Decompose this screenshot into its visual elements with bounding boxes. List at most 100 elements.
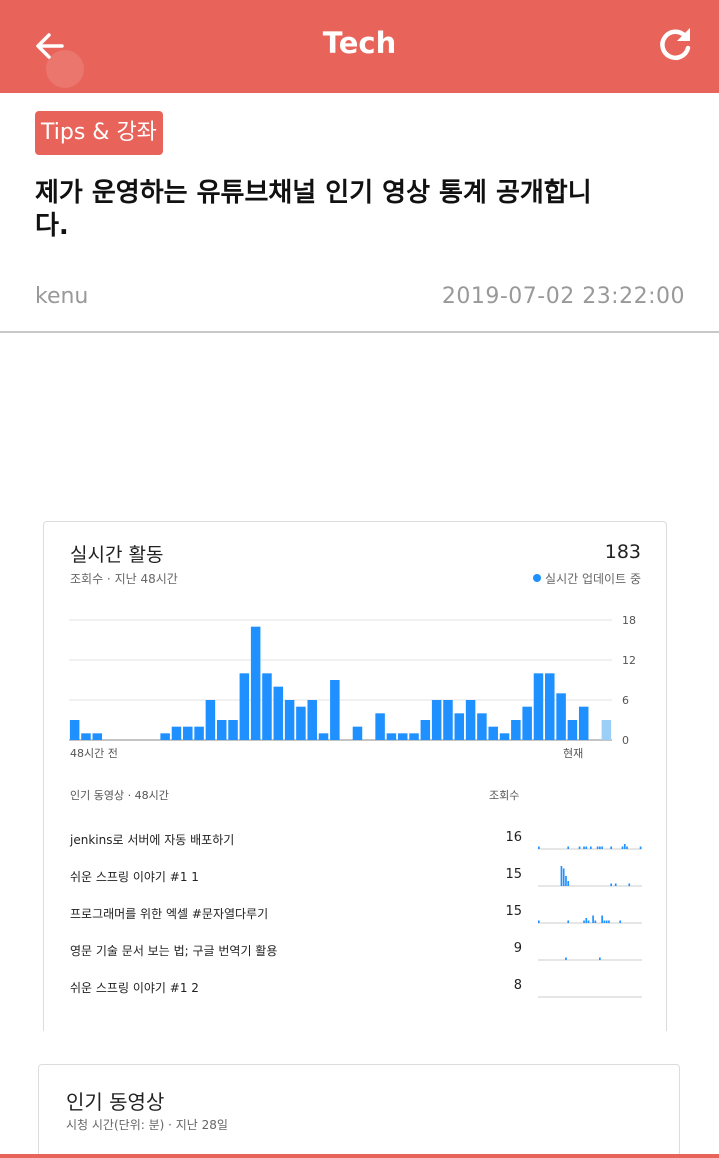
chart-bar xyxy=(330,680,340,740)
sparkline-bar xyxy=(567,846,570,849)
sparkline-bar xyxy=(565,957,567,960)
sparkline-bar xyxy=(599,846,601,849)
category-badge[interactable]: Tips & 강좌 xyxy=(35,111,163,155)
chart-bar xyxy=(160,733,170,740)
chart-bar xyxy=(454,713,465,740)
realtime-bar-chart: 0 6 12 18 xyxy=(69,614,636,747)
chart-bar xyxy=(397,733,408,740)
chart-bar xyxy=(171,726,182,740)
sparkline-bar xyxy=(603,920,606,923)
chart-bar xyxy=(386,733,397,740)
chart-bar xyxy=(69,720,80,740)
video-views: 15 xyxy=(505,867,522,882)
bottom-accent-bar xyxy=(0,1154,719,1158)
chart-bar xyxy=(352,726,363,740)
sparkline-bar xyxy=(626,846,628,849)
sparkline-bar xyxy=(567,881,570,886)
live-dot-icon xyxy=(533,574,542,582)
chart-bar xyxy=(92,733,103,740)
realtime-activity-card: 실시간 활동 183 조회수 · 지난 48시간 실시간 업데이트 중 0 6 12… xyxy=(43,521,667,1031)
sparkline-bar xyxy=(583,846,585,849)
card-subtitle: 조회수 · 지난 48시간 xyxy=(70,572,178,586)
chart-bar xyxy=(443,700,453,740)
video-title[interactable]: 쉬운 스프링 이야기 #1 1 xyxy=(70,868,199,885)
chart-bar xyxy=(511,720,521,740)
chart-bar xyxy=(477,713,487,740)
chart-bar xyxy=(228,720,238,740)
sparkline-bar xyxy=(567,920,570,923)
sparkline-bar xyxy=(614,883,617,886)
sparkline-bar xyxy=(601,846,603,849)
app-title: Tech xyxy=(322,26,397,60)
video-title[interactable]: 쉬운 스프링 이야기 #1 2 xyxy=(70,979,199,996)
chart-bar xyxy=(431,700,442,740)
sparkline-bar xyxy=(560,866,563,886)
video-title[interactable]: 프로그래머를 위한 엑셀 #문자열다루기 xyxy=(70,905,268,922)
y-tick-label: 0 xyxy=(622,734,629,747)
sparkline-bar xyxy=(601,915,603,923)
card-title: 실시간 활동 xyxy=(70,544,164,566)
chart-bar xyxy=(262,673,272,740)
sparkline-bar xyxy=(585,846,588,849)
list-item[interactable]: 쉬운 스프링 이야기 #1 1 15 xyxy=(44,861,666,899)
sparkline-bar xyxy=(565,876,567,886)
chart-bar xyxy=(567,720,578,740)
chart-bar xyxy=(81,733,91,740)
card-subtitle: 시청 시간(단위: 분) · 지난 28일 xyxy=(66,1118,228,1132)
post-author[interactable]: kenu xyxy=(35,284,88,309)
sparkline-bar xyxy=(587,920,590,923)
sparkline-bar xyxy=(538,920,540,923)
video-views: 9 xyxy=(513,941,522,956)
chart-bar xyxy=(375,713,385,740)
chart-bar xyxy=(556,693,566,740)
list-item[interactable]: 쉬운 스프링 이야기 #1 2 8 xyxy=(44,972,666,1010)
app-bar: Tech xyxy=(0,0,719,93)
list-item[interactable]: 프로그래머를 위한 엑셀 #문자열다루기 15 xyxy=(44,898,666,936)
refresh-icon[interactable] xyxy=(654,24,696,66)
video-views: 16 xyxy=(505,830,522,845)
y-tick-label: 6 xyxy=(622,694,629,707)
chart-bar xyxy=(318,733,329,740)
sparkline-bar xyxy=(596,846,599,849)
sparkline xyxy=(538,996,642,998)
video-list-header: 인기 동영상 · 48시간 xyxy=(70,789,169,802)
sparkline-bar xyxy=(594,920,597,923)
sparkline-bar xyxy=(619,920,622,923)
sparkline-bar xyxy=(610,846,613,849)
video-title[interactable]: 영문 기술 문서 보는 법; 구글 번역기 활용 xyxy=(70,942,277,959)
y-tick-label: 18 xyxy=(622,614,636,627)
sparkline-bar xyxy=(621,846,624,849)
chart-bar xyxy=(533,673,544,740)
sparkline xyxy=(538,957,642,961)
video-title[interactable]: jenkins로 서버에 자동 배포하기 xyxy=(70,831,234,848)
sparkline-bar xyxy=(538,846,540,849)
sparkline-bar xyxy=(583,920,585,923)
sparkline xyxy=(538,866,642,887)
sparkline-bar xyxy=(628,883,631,886)
live-status: 실시간 업데이트 중 xyxy=(533,570,641,587)
sparkline-bar xyxy=(605,920,608,923)
views-column-header: 조회수 xyxy=(489,789,520,802)
sparkline-bar xyxy=(578,846,581,849)
sparkline-bar xyxy=(599,957,601,960)
post-date: 2019-07-02 23:22:00 xyxy=(441,284,685,309)
card-title: 인기 동영상 xyxy=(66,1090,165,1114)
sparkline-bar xyxy=(590,846,592,849)
chart-bar xyxy=(601,720,612,740)
sparkline-bar xyxy=(639,846,642,849)
post-title: 제가 운영하는 유튜브채널 인기 영상 통계 공개합니다. xyxy=(35,178,592,241)
chart-bar xyxy=(194,726,204,740)
sparkline-bar xyxy=(585,918,588,923)
sparkline-bar xyxy=(623,844,626,849)
sparkline xyxy=(538,844,642,850)
chart-bar xyxy=(465,700,476,740)
list-item[interactable]: jenkins로 서버에 자동 배포하기 16 xyxy=(44,824,666,862)
sparkline xyxy=(538,915,642,924)
chart-bar xyxy=(183,726,193,740)
sparkline-bar xyxy=(562,868,565,886)
chart-bar xyxy=(284,700,295,740)
chart-bar xyxy=(273,686,284,740)
list-item[interactable]: 영문 기술 문서 보는 법; 구글 번역기 활용 9 xyxy=(44,935,666,973)
chart-bar xyxy=(420,720,431,740)
chart-bar xyxy=(239,673,250,740)
